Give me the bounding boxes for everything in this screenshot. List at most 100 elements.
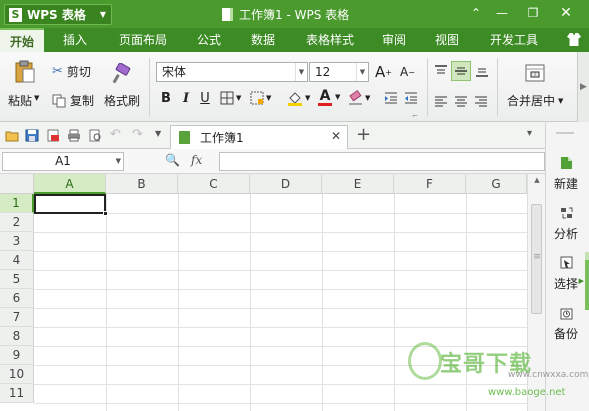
active-cell-a1[interactable]	[34, 194, 108, 216]
scroll-up-icon[interactable]: ▲	[528, 176, 546, 184]
outdent-button[interactable]	[404, 91, 418, 105]
align-top-icon	[435, 65, 447, 74]
fill-handle[interactable]	[103, 211, 108, 216]
format-painter-button[interactable]: 格式刷	[104, 92, 140, 109]
paste-label[interactable]: 粘贴	[8, 92, 32, 109]
row-header[interactable]: 11	[0, 384, 34, 403]
format-painter-icon[interactable]	[104, 61, 140, 87]
task-pane-select-button[interactable]: 选择	[546, 256, 586, 292]
grow-font-label: A	[375, 63, 386, 81]
open-folder-icon[interactable]	[5, 129, 19, 142]
row-header[interactable]: 9	[0, 346, 34, 365]
minimize-button[interactable]: —	[492, 4, 512, 22]
clear-format-button[interactable]: ▼	[348, 90, 370, 105]
row-header[interactable]: 4	[0, 251, 34, 270]
task-pane-analyze-label: 分析	[553, 227, 578, 241]
tab-developer[interactable]: 开发工具	[478, 28, 550, 52]
row-header[interactable]: 6	[0, 289, 34, 308]
align-top-button[interactable]	[432, 62, 450, 80]
font-dialog-launcher-icon[interactable]: ⌐	[412, 112, 418, 120]
column-header-d[interactable]: D	[250, 174, 322, 194]
pane-toggle-handle[interactable]	[585, 252, 589, 260]
column-header-a[interactable]: A	[34, 174, 106, 194]
tab-page-layout[interactable]: 页面布局	[106, 28, 180, 52]
align-right-button[interactable]	[472, 92, 490, 110]
indent-button[interactable]	[384, 91, 398, 105]
column-header-c[interactable]: C	[178, 174, 250, 194]
zoom-search-icon[interactable]: 🔍	[165, 153, 180, 167]
tab-view[interactable]: 视图	[416, 28, 478, 52]
row-header[interactable]: 7	[0, 308, 34, 327]
new-tab-icon[interactable]: +	[356, 125, 371, 145]
merge-center-icon[interactable]: T	[524, 62, 546, 84]
customize-qat-icon[interactable]: ▼	[155, 129, 161, 138]
chevron-down-icon[interactable]: ▼	[335, 93, 340, 101]
font-size-select[interactable]: 12 ▼	[309, 62, 369, 82]
fill-color-button[interactable]: ▼	[287, 90, 310, 106]
vertical-scrollbar[interactable]: ▲ ≡	[527, 174, 545, 411]
font-color-button[interactable]: A	[318, 89, 332, 106]
row-header[interactable]: 5	[0, 270, 34, 289]
italic-button[interactable]: I	[178, 90, 194, 108]
tab-start[interactable]: 开始	[0, 28, 44, 52]
column-header-e[interactable]: E	[322, 174, 394, 194]
tab-table-style[interactable]: 表格样式	[288, 28, 372, 52]
collapse-ribbon-icon[interactable]: ⌃	[466, 4, 486, 22]
tab-data[interactable]: 数据	[238, 28, 288, 52]
tab-list-icon[interactable]: ▾	[527, 128, 532, 139]
task-pane-backup-button[interactable]: 备份	[546, 306, 586, 342]
name-box[interactable]: A1 ▼	[2, 152, 124, 171]
column-header-b[interactable]: B	[106, 174, 178, 194]
print-preview-icon[interactable]	[88, 129, 102, 142]
fill-pattern-button[interactable]: ▼	[250, 91, 271, 105]
tab-insert[interactable]: 插入	[44, 28, 106, 52]
indent-icon	[385, 92, 397, 104]
row-header[interactable]: 10	[0, 365, 34, 384]
grow-font-button[interactable]: A +	[375, 63, 392, 81]
merge-center-button[interactable]: 合并居中 ▼	[507, 92, 563, 109]
row-header[interactable]: 8	[0, 327, 34, 346]
skin-icon[interactable]	[567, 33, 581, 46]
row-header[interactable]: 2	[0, 213, 34, 232]
select-all-corner[interactable]	[0, 174, 34, 194]
tab-document[interactable]: 工作簿1 ✕	[170, 125, 348, 149]
redo-icon[interactable]: ↷	[132, 127, 143, 142]
align-center-button[interactable]	[452, 92, 470, 110]
paste-dropdown-icon[interactable]: ▼	[34, 94, 39, 102]
app-menu-button[interactable]: S WPS 表格 ▼	[4, 4, 112, 25]
print-icon[interactable]	[67, 129, 81, 142]
insert-function-button[interactable]: fx	[191, 153, 202, 167]
align-left-button[interactable]	[432, 92, 450, 110]
align-bottom-button[interactable]	[473, 62, 491, 80]
underline-button[interactable]: U	[197, 90, 213, 108]
ribbon-scroll-right-button[interactable]: ▶	[577, 52, 589, 122]
task-pane-analyze-button[interactable]: 分析	[546, 206, 586, 242]
save-icon[interactable]	[25, 129, 39, 142]
align-middle-icon	[455, 67, 467, 75]
shrink-font-button[interactable]: A −	[400, 65, 415, 79]
restore-button[interactable]: ❐	[523, 4, 543, 22]
paste-button[interactable]	[10, 60, 40, 90]
export-pdf-icon[interactable]	[46, 129, 60, 142]
column-header-g[interactable]: G	[466, 174, 527, 194]
task-pane-new-button[interactable]: 新建	[546, 156, 586, 192]
undo-icon[interactable]: ↶	[110, 127, 121, 142]
pane-expand-handle[interactable]	[585, 260, 589, 310]
border-button[interactable]: ▼	[220, 91, 241, 105]
cut-button[interactable]: ✂ 剪切	[52, 63, 91, 80]
row-header[interactable]: 3	[0, 232, 34, 251]
close-tab-icon[interactable]: ✕	[331, 129, 341, 143]
spreadsheet-grid[interactable]: A B C D E F G 1 2 3 4 5 6 7 8 9 10 11	[0, 174, 527, 411]
font-name-select[interactable]: 宋体 ▼	[156, 62, 308, 82]
analyze-icon	[560, 207, 572, 219]
tab-review[interactable]: 审阅	[372, 28, 416, 52]
close-button[interactable]: ✕	[556, 4, 576, 22]
pane-expand-arrow-icon[interactable]: ▶	[579, 277, 584, 285]
tab-formula[interactable]: 公式	[180, 28, 238, 52]
copy-button[interactable]: 复制	[52, 92, 94, 109]
bold-button[interactable]: B	[158, 90, 174, 108]
align-middle-button[interactable]	[451, 61, 471, 81]
row-header[interactable]: 1	[0, 194, 34, 213]
formula-input[interactable]	[219, 152, 545, 171]
column-header-f[interactable]: F	[394, 174, 466, 194]
